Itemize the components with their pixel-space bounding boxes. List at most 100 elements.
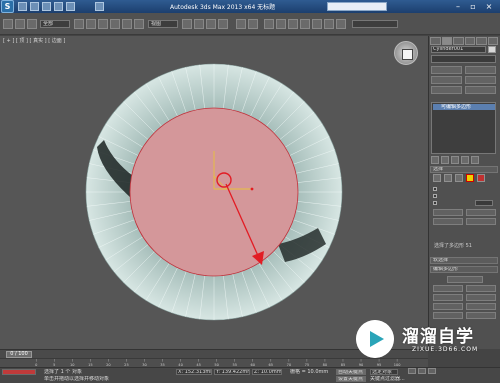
minimize-button[interactable]: – xyxy=(452,1,464,12)
main-toolbar: 全部 视图 xyxy=(0,13,500,35)
auto-key-button[interactable]: 自动关键点 xyxy=(336,369,366,375)
search-input[interactable] xyxy=(327,2,387,11)
scene-canvas[interactable] xyxy=(0,36,428,349)
add-time-tag[interactable] xyxy=(290,376,330,382)
viewcube-icon[interactable] xyxy=(394,41,418,65)
curve-editor-icon[interactable] xyxy=(276,19,286,29)
rotate-icon[interactable] xyxy=(122,19,132,29)
tab-create[interactable] xyxy=(430,37,441,45)
shrink-button[interactable] xyxy=(433,209,463,216)
mirror-icon[interactable] xyxy=(236,19,246,29)
tab-motion[interactable] xyxy=(464,37,475,45)
modifier-button-6[interactable] xyxy=(465,86,496,94)
remove-modifier-icon[interactable] xyxy=(461,156,469,164)
configure-sets-icon[interactable] xyxy=(471,156,479,164)
select-object-icon[interactable] xyxy=(74,19,84,29)
pivot-icon[interactable] xyxy=(182,19,192,29)
soft-selection-rollout-header[interactable]: 软选择 xyxy=(430,257,498,264)
render-frame-icon[interactable] xyxy=(324,19,334,29)
tab-modify[interactable] xyxy=(441,37,452,45)
viewport-label[interactable]: [ + ] [ 顶 ] [ 真实 ] [ 边面 ] xyxy=(3,37,65,44)
modifier-list-dropdown[interactable] xyxy=(431,55,496,63)
edit-polygons-rollout-header[interactable]: 编辑多边形 xyxy=(430,266,498,273)
redo-tool-icon[interactable] xyxy=(15,19,25,29)
next-frame-icon[interactable] xyxy=(428,368,436,374)
grow-button[interactable] xyxy=(466,209,496,216)
region-select-icon[interactable] xyxy=(98,19,108,29)
border-level-icon[interactable] xyxy=(455,174,463,182)
modifier-button-1[interactable] xyxy=(431,66,462,74)
scale-icon[interactable] xyxy=(134,19,144,29)
object-name-field[interactable]: Cylinder001 xyxy=(431,46,486,53)
selected-cap-polygon[interactable] xyxy=(129,107,299,277)
coord-x-field[interactable]: X: 152.313mm xyxy=(176,369,212,375)
percent-snap-icon[interactable] xyxy=(218,19,228,29)
tab-display[interactable] xyxy=(476,37,487,45)
selected-dropdown[interactable]: 选定对象 xyxy=(370,369,398,375)
modifier-button-3[interactable] xyxy=(431,76,462,84)
layer-icon[interactable] xyxy=(264,19,274,29)
project-folder-icon[interactable] xyxy=(95,2,104,11)
polygon-level-icon[interactable] xyxy=(466,174,474,182)
vertex-level-icon[interactable] xyxy=(433,174,441,182)
show-end-result-icon[interactable] xyxy=(441,156,449,164)
maximize-button[interactable]: ▫ xyxy=(467,1,479,12)
time-slider-thumb[interactable]: 0 / 100 xyxy=(6,351,32,358)
angle-snap-icon[interactable] xyxy=(206,19,216,29)
maxscript-listener[interactable] xyxy=(2,369,36,375)
edge-level-icon[interactable] xyxy=(444,174,452,182)
close-button[interactable]: × xyxy=(483,1,495,12)
edit-button-1[interactable] xyxy=(433,285,463,292)
modifier-button-4[interactable] xyxy=(465,76,496,84)
align-icon[interactable] xyxy=(248,19,258,29)
snap-icon[interactable] xyxy=(194,19,204,29)
selection-filter-dropdown[interactable]: 全部 xyxy=(40,20,70,28)
ignore-backfacing-checkbox[interactable] xyxy=(433,194,437,198)
insert-vertex-button[interactable] xyxy=(447,276,483,283)
element-level-icon[interactable] xyxy=(477,174,485,182)
stack-item-editable-poly[interactable]: 可编辑多边形 xyxy=(433,104,495,110)
app-menu-button[interactable]: S xyxy=(1,0,14,13)
edit-button-3[interactable] xyxy=(433,294,463,301)
modifier-stack[interactable]: 可编辑多边形 xyxy=(431,102,496,154)
material-editor-icon[interactable] xyxy=(300,19,310,29)
by-angle-checkbox[interactable] xyxy=(433,201,437,205)
window-title: Autodesk 3ds Max 2013 x64 无标题 xyxy=(170,4,276,11)
workspace-dropdown[interactable] xyxy=(352,20,398,28)
play-icon[interactable] xyxy=(418,368,426,374)
ring-button[interactable] xyxy=(433,218,463,225)
undo-icon[interactable] xyxy=(54,2,63,11)
move-icon[interactable] xyxy=(110,19,120,29)
loop-button[interactable] xyxy=(466,218,496,225)
open-file-icon[interactable] xyxy=(30,2,39,11)
new-file-icon[interactable] xyxy=(18,2,27,11)
coord-y-field[interactable]: Y: 139.422mm xyxy=(214,369,250,375)
set-key-button[interactable]: 设置关键点 xyxy=(336,376,366,382)
select-by-name-icon[interactable] xyxy=(86,19,96,29)
prev-frame-icon[interactable] xyxy=(408,368,416,374)
edit-button-4[interactable] xyxy=(466,294,496,301)
pin-stack-icon[interactable] xyxy=(431,156,439,164)
schematic-icon[interactable] xyxy=(288,19,298,29)
object-color-swatch[interactable] xyxy=(488,46,496,53)
save-file-icon[interactable] xyxy=(42,2,51,11)
modifier-button-5[interactable] xyxy=(431,86,462,94)
modifier-button-2[interactable] xyxy=(465,66,496,74)
coord-z-field[interactable]: Z: 10.0mm xyxy=(252,369,282,375)
selection-rollout-header[interactable]: 选择 xyxy=(430,166,498,173)
undo-tool-icon[interactable] xyxy=(3,19,13,29)
angle-spinner[interactable] xyxy=(475,200,493,206)
render-setup-icon[interactable] xyxy=(312,19,322,29)
redo-icon[interactable] xyxy=(66,2,75,11)
edit-button-6[interactable] xyxy=(466,303,496,310)
reference-coord-dropdown[interactable]: 视图 xyxy=(148,20,178,28)
edit-button-2[interactable] xyxy=(466,285,496,292)
tab-utilities[interactable] xyxy=(487,37,498,45)
make-unique-icon[interactable] xyxy=(451,156,459,164)
edit-button-5[interactable] xyxy=(433,303,463,310)
link-icon[interactable] xyxy=(27,19,37,29)
render-icon[interactable] xyxy=(336,19,346,29)
tab-hierarchy[interactable] xyxy=(453,37,464,45)
by-vertex-checkbox[interactable] xyxy=(433,187,437,191)
key-filters-button[interactable]: 关键点过滤器... xyxy=(370,376,406,382)
